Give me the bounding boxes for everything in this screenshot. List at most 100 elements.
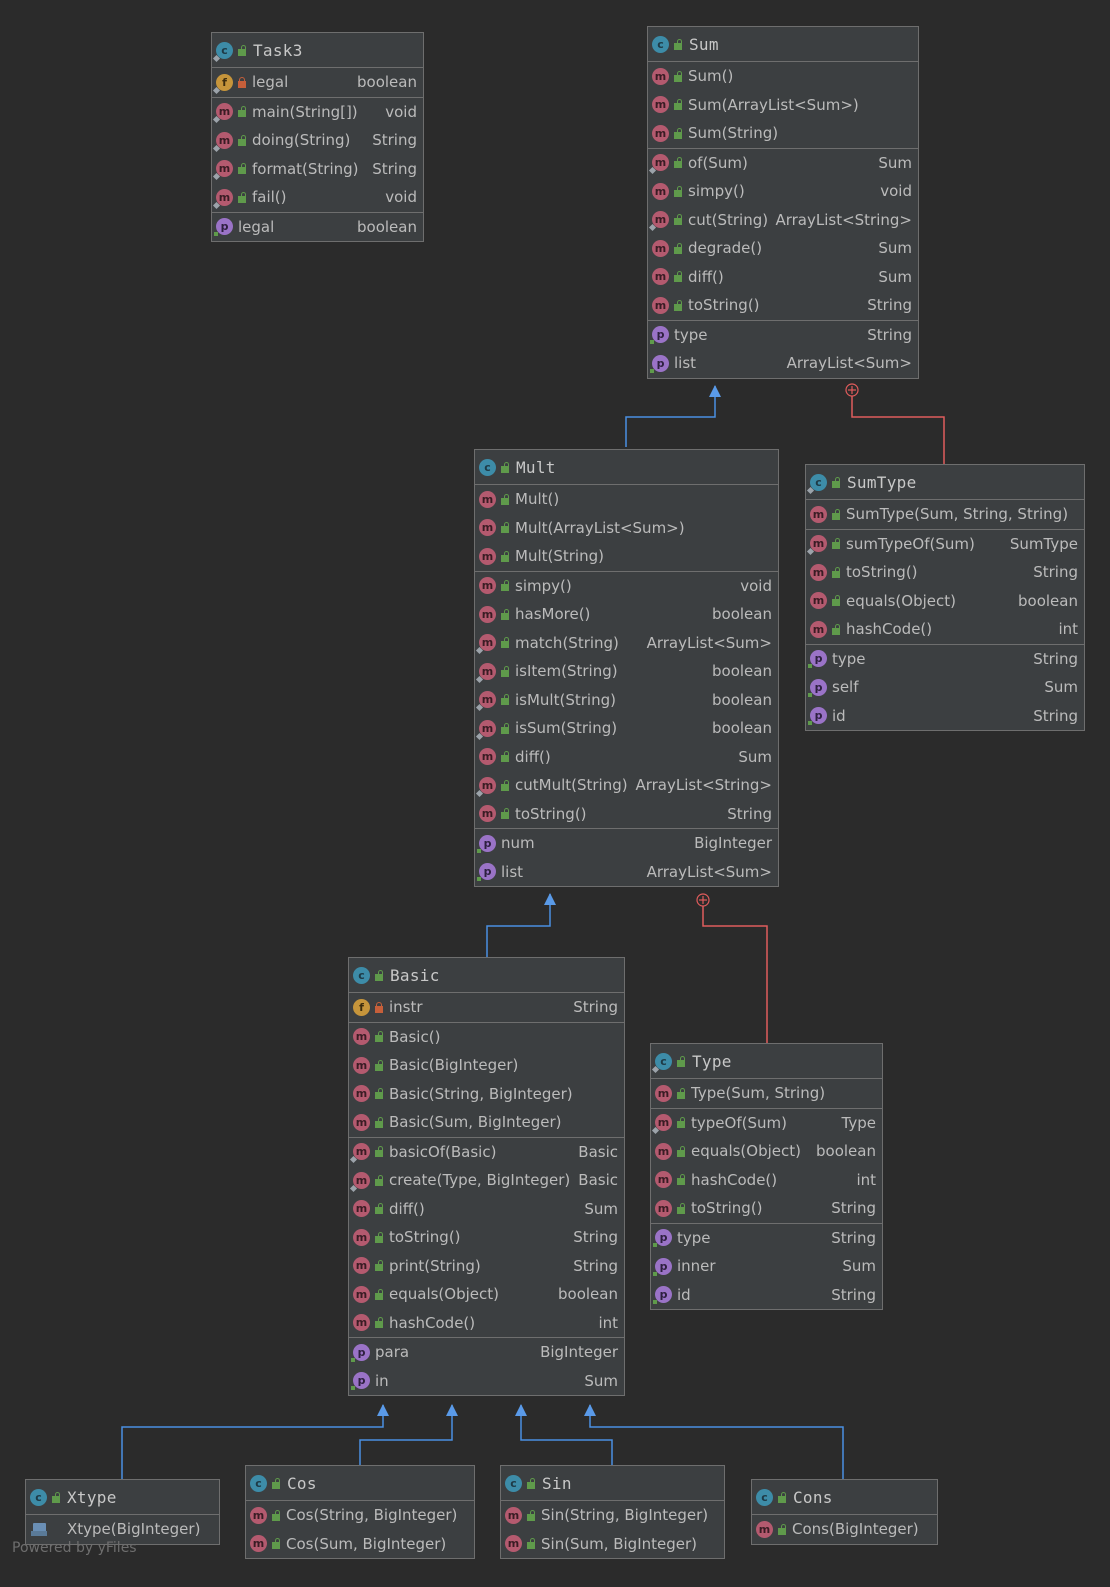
method-row[interactable]: m diff() Sum	[475, 743, 778, 772]
member-type: boolean	[712, 605, 772, 624]
propertie-row[interactable]: p inner Sum	[651, 1252, 882, 1281]
constructor-row[interactable]: m Cos(String, BigInteger)	[246, 1501, 474, 1530]
propertie-row[interactable]: p list ArrayList<Sum>	[475, 858, 778, 887]
method-row[interactable]: m sumTypeOf(Sum) SumType	[806, 530, 1084, 559]
class-node-basic[interactable]: c Basic f instr String m Basic() m Basic(BigInte…	[348, 957, 625, 1396]
constructor-row[interactable]: m Basic(String, BigInteger)	[349, 1080, 624, 1109]
constructor-row[interactable]: m SumType(Sum, String, String)	[806, 500, 1084, 529]
method-row[interactable]: m create(Type, BigInteger) Basic	[349, 1166, 624, 1195]
public-access-icon	[374, 1031, 384, 1043]
method-icon: m	[479, 719, 496, 737]
propertie-row[interactable]: p list ArrayList<Sum>	[648, 349, 918, 378]
propertie-row[interactable]: p legal boolean	[212, 213, 423, 242]
propertie-row[interactable]: p type String	[806, 645, 1084, 674]
method-row[interactable]: m simpy() void	[648, 177, 918, 206]
method-row[interactable]: m format(String) String	[212, 155, 423, 184]
member-type: boolean	[1018, 591, 1078, 610]
method-row[interactable]: m simpy() void	[475, 572, 778, 601]
method-row[interactable]: m equals(Object) boolean	[806, 587, 1084, 616]
member-type: Sum	[584, 1371, 618, 1390]
member-name: isSum(String)	[515, 719, 618, 738]
propertie-row[interactable]: p in Sum	[349, 1367, 624, 1396]
class-icon: c	[655, 1052, 672, 1070]
method-row[interactable]: m equals(Object) boolean	[651, 1137, 882, 1166]
method-row[interactable]: m of(Sum) Sum	[648, 149, 918, 178]
method-row[interactable]: m diff() Sum	[349, 1195, 624, 1224]
public-access-icon	[374, 1174, 384, 1186]
constructor-row[interactable]: m Mult(String)	[475, 542, 778, 571]
field-row[interactable]: f legal boolean	[212, 68, 423, 97]
member-name: Cos(Sum, BigInteger)	[286, 1534, 447, 1553]
class-header: c SumType	[806, 465, 1084, 500]
method-row[interactable]: m isSum(String) boolean	[475, 714, 778, 743]
class-node-sum[interactable]: c Sum m Sum() m Sum(ArrayList<Sum>) m Sum(Strin…	[647, 26, 919, 379]
constructor-row[interactable]: m Basic()	[349, 1023, 624, 1052]
constructor-row[interactable]: m Mult(ArrayList<Sum>)	[475, 514, 778, 543]
field-row[interactable]: f instr String	[349, 993, 624, 1022]
propertie-row[interactable]: p num BigInteger	[475, 829, 778, 858]
method-icon: m	[479, 805, 496, 823]
method-row[interactable]: m degrade() Sum	[648, 234, 918, 263]
section-methods: m typeOf(Sum) Type m equals(Object) boolean m h…	[651, 1109, 882, 1224]
constructor-row[interactable]: m Type(Sum, String)	[651, 1079, 882, 1108]
constructor-row[interactable]: m Sum(ArrayList<Sum>)	[648, 91, 918, 120]
constructor-row[interactable]: m Sin(Sum, BigInteger)	[501, 1530, 724, 1559]
property-icon: p	[653, 1286, 672, 1305]
constructor-row[interactable]: m Mult()	[475, 485, 778, 514]
class-node-task3[interactable]: c Task3 f legal boolean m main(String[]) void m d…	[211, 32, 424, 242]
class-node-type[interactable]: c Type m Type(Sum, String) m typeOf(Sum) Type m…	[650, 1043, 883, 1310]
method-row[interactable]: m diff() Sum	[648, 263, 918, 292]
method-row[interactable]: m isItem(String) boolean	[475, 657, 778, 686]
method-row[interactable]: m cut(String) ArrayList<String>	[648, 206, 918, 235]
method-row[interactable]: m toString() String	[475, 800, 778, 829]
constructor-row[interactable]: m Sin(String, BigInteger)	[501, 1501, 724, 1530]
method-row[interactable]: m basicOf(Basic) Basic	[349, 1138, 624, 1167]
member-type: ArrayList<Sum>	[646, 633, 772, 652]
method-row[interactable]: m hashCode() int	[806, 615, 1084, 644]
class-node-sin[interactable]: c Sin m Sin(String, BigInteger) m Sin(Sum, Bi…	[500, 1465, 725, 1559]
constructor-row[interactable]: m Cons(BigInteger)	[752, 1515, 937, 1544]
constructor-row[interactable]: m Sum(String)	[648, 119, 918, 148]
section-constructors: m Mult() m Mult(ArrayList<Sum>) m Mult(String…	[475, 485, 778, 572]
property-icon: p	[808, 678, 827, 697]
method-row[interactable]: m equals(Object) boolean	[349, 1280, 624, 1309]
propertie-row[interactable]: p type String	[651, 1224, 882, 1253]
public-access-icon	[831, 595, 841, 607]
constructor-row[interactable]: m Cos(Sum, BigInteger)	[246, 1530, 474, 1559]
property-icon: p	[477, 863, 496, 882]
propertie-row[interactable]: p self Sum	[806, 673, 1084, 702]
method-row[interactable]: m match(String) ArrayList<Sum>	[475, 629, 778, 658]
method-row[interactable]: m fail() void	[212, 183, 423, 212]
method-row[interactable]: m typeOf(Sum) Type	[651, 1109, 882, 1138]
method-row[interactable]: m cutMult(String) ArrayList<String>	[475, 771, 778, 800]
method-row[interactable]: m toString() String	[651, 1194, 882, 1223]
class-header: c Cons	[752, 1480, 937, 1515]
method-icon: m	[479, 605, 496, 623]
propertie-row[interactable]: p para BigInteger	[349, 1338, 624, 1367]
method-row[interactable]: m toString() String	[806, 558, 1084, 587]
class-node-xtype[interactable]: c Xtype Xtype(BigInteger)	[25, 1479, 220, 1545]
member-name: Sum(ArrayList<Sum>)	[688, 95, 859, 114]
constructor-row[interactable]: m Sum()	[648, 62, 918, 91]
method-icon: m	[652, 211, 669, 229]
method-row[interactable]: m doing(String) String	[212, 126, 423, 155]
class-node-cos[interactable]: c Cos m Cos(String, BigInteger) m Cos(Sum, Bi…	[245, 1465, 475, 1559]
class-node-mult[interactable]: c Mult m Mult() m Mult(ArrayList<Sum>) m Mult(S…	[474, 449, 779, 887]
propertie-row[interactable]: p type String	[648, 321, 918, 350]
class-node-sumtype[interactable]: c SumType m SumType(Sum, String, String) m su…	[805, 464, 1085, 731]
member-name: Xtype(BigInteger)	[67, 1520, 201, 1539]
method-row[interactable]: m hashCode() int	[651, 1166, 882, 1195]
method-row[interactable]: m toString() String	[349, 1223, 624, 1252]
constructor-row[interactable]: m Basic(Sum, BigInteger)	[349, 1108, 624, 1137]
constructor-row[interactable]: m Basic(BigInteger)	[349, 1051, 624, 1080]
class-node-cons[interactable]: c Cons m Cons(BigInteger)	[751, 1479, 938, 1545]
method-row[interactable]: m print(String) String	[349, 1252, 624, 1281]
method-row[interactable]: m main(String[]) void	[212, 98, 423, 127]
method-row[interactable]: m isMult(String) boolean	[475, 686, 778, 715]
public-access-icon	[500, 665, 510, 677]
method-row[interactable]: m hashCode() int	[349, 1309, 624, 1338]
propertie-row[interactable]: p id String	[806, 702, 1084, 731]
propertie-row[interactable]: p id String	[651, 1281, 882, 1310]
method-row[interactable]: m toString() String	[648, 291, 918, 320]
method-row[interactable]: m hasMore() boolean	[475, 600, 778, 629]
